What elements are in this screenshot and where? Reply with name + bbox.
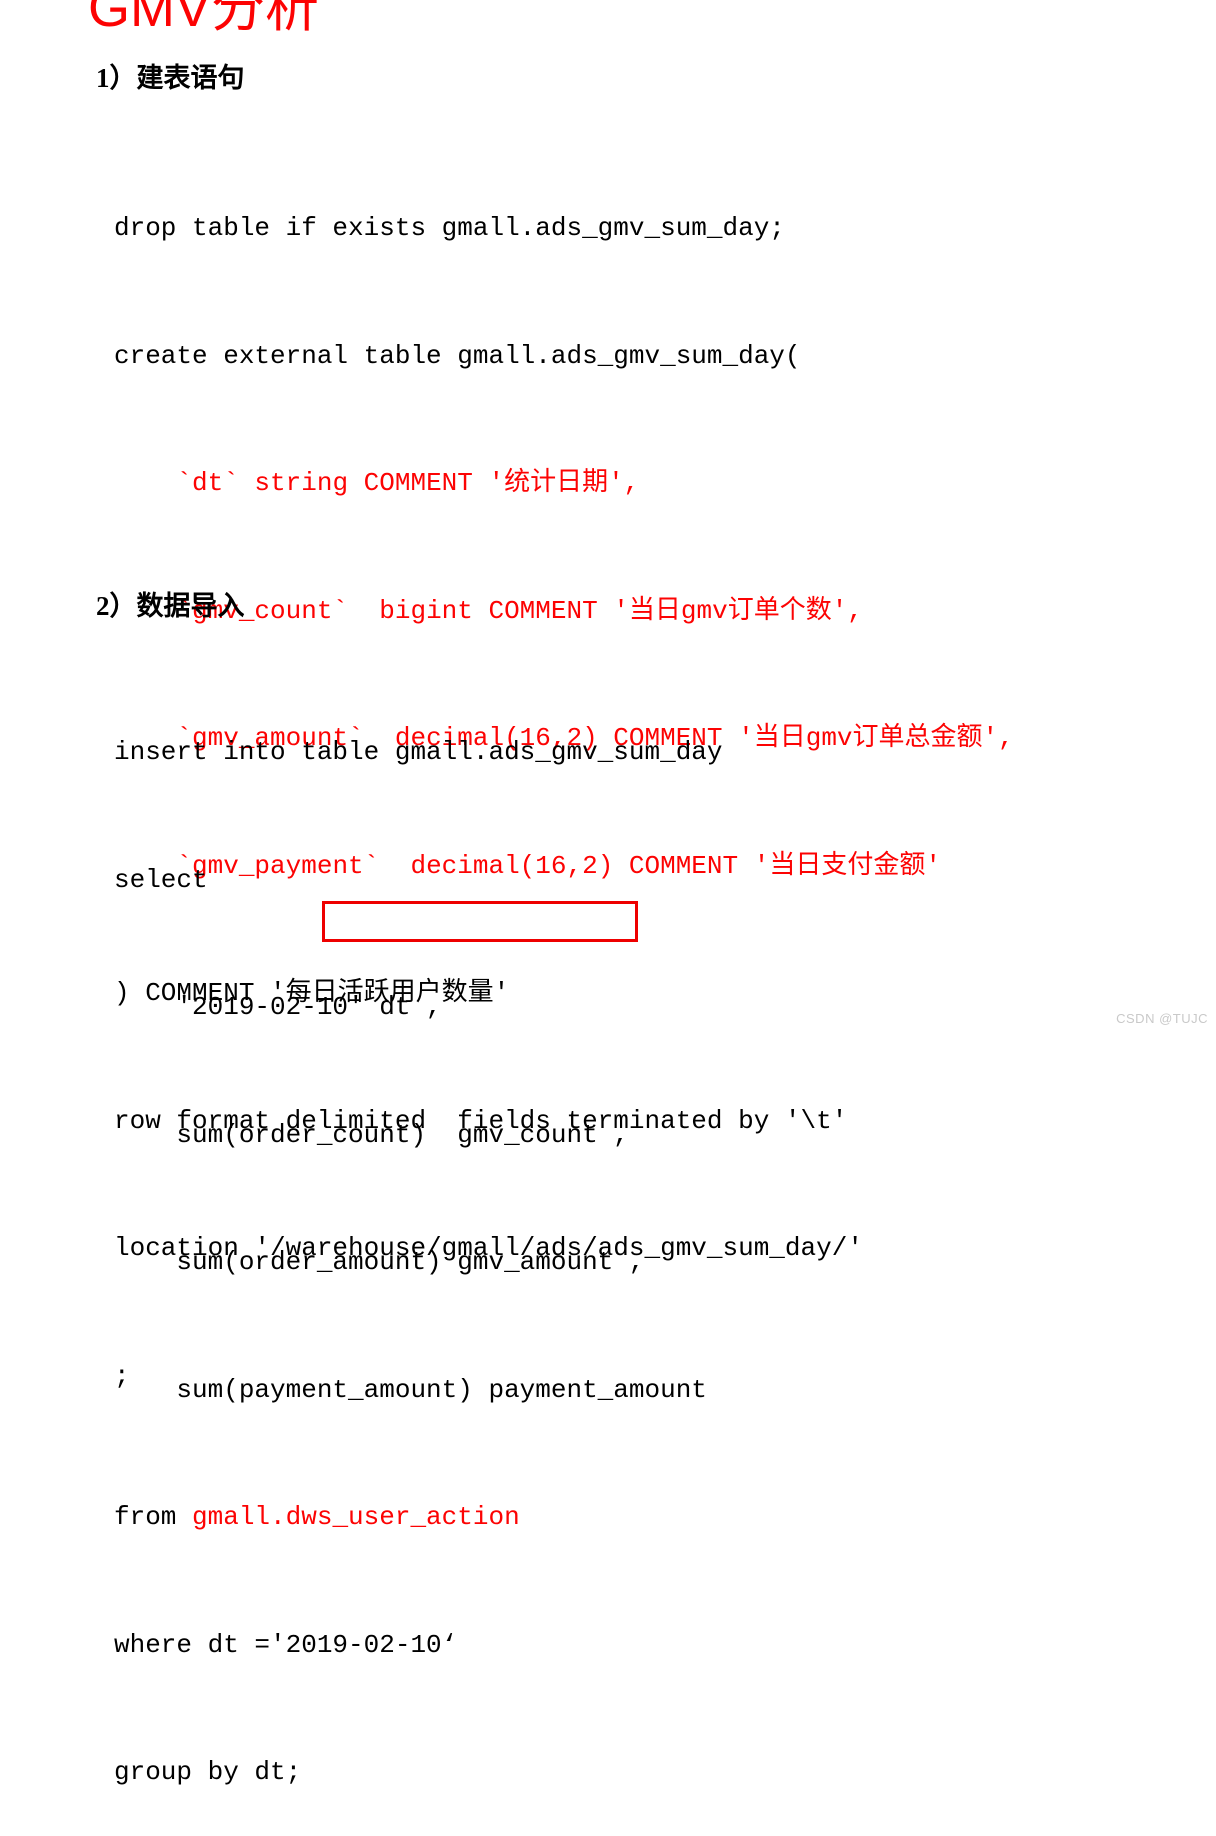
code-text-red: `dt` string COMMENT '统计日期',: [176, 468, 640, 498]
code-text-black: sum(payment_amount) payment_amount: [114, 1374, 707, 1405]
section-heading-1: 1）建表语句: [96, 63, 245, 93]
code-line: '2019-02-10' dt ,: [114, 986, 723, 1029]
code-line: `dt` string COMMENT '统计日期',: [114, 462, 1014, 505]
code-line: `gmv_count` bigint COMMENT '当日gmv订单个数',: [114, 590, 1014, 633]
code-text-black: select: [114, 864, 208, 895]
section-heading-2: 2）数据导入: [96, 591, 245, 621]
code-text-black: sum(order_amount) gmv_amount ,: [114, 1247, 645, 1277]
code-text-black: '2019-02-10' dt ,: [114, 992, 442, 1022]
code-block-insert-data: insert into table gmall.ads_gmv_sum_day …: [114, 646, 723, 1836]
code-line-from: from gmall.dws_user_action: [114, 1496, 723, 1539]
code-text-black: drop table if exists gmall.ads_gmv_sum_d…: [114, 213, 785, 243]
code-text-red: `gmv_count` bigint COMMENT '当日gmv订单个数',: [176, 595, 863, 626]
code-text-red-highlighted-table: gmall.dws_user_action: [192, 1502, 520, 1532]
code-line: sum(order_count) gmv_count ,: [114, 1114, 723, 1157]
code-text-black: create external table gmall.ads_gmv_sum_…: [114, 340, 801, 371]
code-line: group by dt;: [114, 1751, 723, 1794]
code-line: create external table gmall.ads_gmv_sum_…: [114, 335, 1014, 378]
code-text-black: where dt ='2019-02-10‘: [114, 1629, 458, 1660]
code-line: select: [114, 859, 723, 902]
code-text-black: from: [114, 1502, 193, 1532]
code-text-black: sum(order_count) gmv_count ,: [114, 1119, 629, 1150]
code-text-black: [114, 468, 176, 498]
code-line: sum(payment_amount) payment_amount: [114, 1369, 723, 1412]
code-line: drop table if exists gmall.ads_gmv_sum_d…: [114, 207, 1014, 250]
code-line: sum(order_amount) gmv_amount ,: [114, 1241, 723, 1284]
page-title: GMV分析: [88, 0, 320, 38]
code-line: insert into table gmall.ads_gmv_sum_day: [114, 731, 723, 774]
code-text-black: group by dt;: [114, 1757, 302, 1787]
watermark: CSDN @TUJC: [1116, 1011, 1208, 1026]
code-line: where dt ='2019-02-10‘: [114, 1624, 723, 1667]
code-text-black: insert into table gmall.ads_gmv_sum_day: [114, 737, 723, 767]
